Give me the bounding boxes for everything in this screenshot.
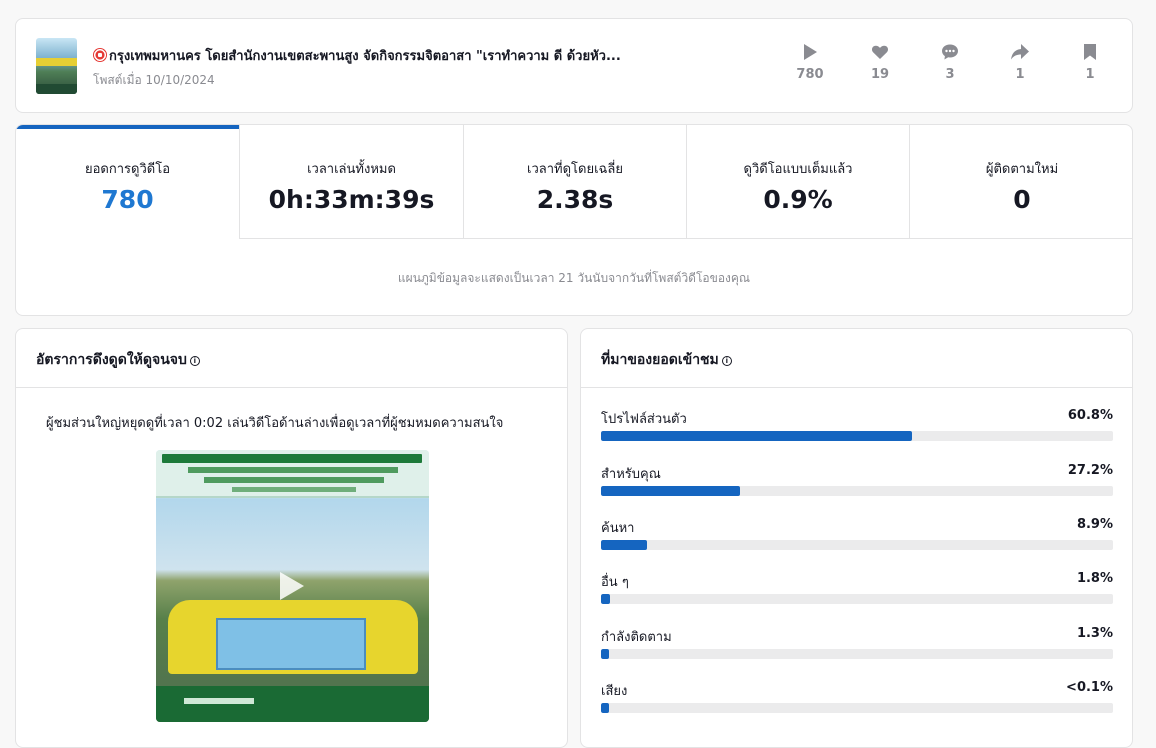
source-value: 1.8% bbox=[1076, 571, 1113, 586]
retention-description: ผู้ชมส่วนใหญ่หยุดดูที่เวลา 0:02 เล่นวิดี… bbox=[46, 416, 504, 431]
video-banner-line bbox=[232, 487, 356, 492]
tab-video-views[interactable]: ยอดการดูวิดีโอ 780 bbox=[16, 125, 240, 239]
chart-note: แผนภูมิข้อมูลจะแสดงเป็นเวลา 21 วันนับจาก… bbox=[397, 271, 751, 285]
video-footer bbox=[156, 686, 429, 722]
tab-label: ดูวิดีโอแบบเต็มแล้ว bbox=[743, 162, 853, 177]
source-label: อื่น ๆ bbox=[601, 575, 629, 590]
post-title[interactable]: กรุงเทพมหานคร โดยสำนักงานเขตสะพานสูง จัด… bbox=[109, 49, 621, 64]
info-icon[interactable]: i bbox=[189, 356, 200, 366]
stat-shares: 1 bbox=[990, 43, 1050, 82]
source-value: 8.9% bbox=[1076, 517, 1113, 532]
sources-header: ที่มาของยอดเข้าชม i bbox=[581, 329, 1132, 388]
video-footer-text bbox=[184, 698, 254, 704]
tab-label: ผู้ติดตามใหม่ bbox=[985, 162, 1059, 177]
source-label: เสียง bbox=[601, 684, 628, 699]
source-bar-track bbox=[601, 703, 1113, 713]
stat-saves-value: 1 bbox=[1085, 67, 1095, 82]
source-bar-fill bbox=[601, 486, 741, 496]
tab-total-play-time[interactable]: เวลาเล่นทั้งหมด 0h:33m:39s bbox=[240, 125, 464, 239]
play-icon bbox=[804, 44, 817, 60]
tab-value: 0 bbox=[1013, 185, 1031, 214]
source-row: โปรไฟล์ส่วนตัว 60.8% bbox=[601, 408, 1113, 456]
source-bar-track bbox=[601, 431, 1113, 441]
source-bar-fill bbox=[601, 431, 913, 441]
source-bar-track bbox=[601, 594, 1113, 604]
thumbnail-footer bbox=[36, 84, 77, 94]
share-icon bbox=[1011, 44, 1029, 60]
source-row: อื่น ๆ 1.8% bbox=[601, 571, 1113, 619]
bookmark-icon bbox=[1084, 44, 1096, 60]
retention-header: อัตราการดึงดูดให้ดูจนจบ i bbox=[16, 329, 567, 388]
source-bar-track bbox=[601, 649, 1113, 659]
source-label: ค้นหา bbox=[601, 521, 635, 536]
video-banner-headline bbox=[162, 454, 422, 463]
stat-likes-value: 19 bbox=[870, 67, 890, 82]
source-bar-track bbox=[601, 540, 1113, 550]
traffic-sources-card: ที่มาของยอดเข้าชม i โปรไฟล์ส่วนตัว 60.8% … bbox=[580, 328, 1133, 748]
stat-views-value: 780 bbox=[796, 67, 824, 82]
stat-comments-value: 3 bbox=[945, 67, 955, 82]
stat-saves: 1 bbox=[1060, 43, 1120, 82]
source-row: กำลังติดตาม 1.3% bbox=[601, 626, 1113, 674]
metrics-card: ยอดการดูวิดีโอ 780 เวลาเล่นทั้งหมด 0h:33… bbox=[15, 124, 1133, 316]
video-banner-line bbox=[204, 477, 384, 483]
tab-value: 0.9% bbox=[763, 185, 833, 214]
tab-label: เวลาที่ดูโดยเฉลี่ย bbox=[527, 162, 623, 177]
tab-value: 2.38s bbox=[536, 185, 614, 214]
heart-icon bbox=[871, 45, 889, 59]
tab-label: ยอดการดูวิดีโอ bbox=[85, 162, 170, 177]
source-label: โปรไฟล์ส่วนตัว bbox=[601, 412, 687, 427]
stat-comments: 3 bbox=[920, 43, 980, 82]
tab-label: เวลาเล่นทั้งหมด bbox=[307, 162, 396, 177]
video-banner bbox=[156, 450, 429, 498]
post-date: โพสต์เมื่อ 10/10/2024 bbox=[93, 73, 215, 87]
source-bar-fill bbox=[601, 649, 609, 659]
source-bar-track bbox=[601, 486, 1113, 496]
target-emoji-icon bbox=[93, 48, 107, 62]
tab-value: 0h:33m:39s bbox=[268, 185, 435, 214]
source-value: <0.1% bbox=[1066, 680, 1113, 695]
source-bar-fill bbox=[601, 703, 609, 713]
video-banner-sign bbox=[216, 618, 366, 670]
thumbnail-banner bbox=[36, 58, 77, 66]
retention-card: อัตราการดึงดูดให้ดูจนจบ i ผู้ชมส่วนใหญ่หย… bbox=[15, 328, 568, 748]
source-label: กำลังติดตาม bbox=[601, 630, 672, 645]
info-icon[interactable]: i bbox=[721, 356, 732, 366]
stat-shares-value: 1 bbox=[1015, 67, 1025, 82]
play-icon[interactable] bbox=[280, 572, 304, 600]
video-thumbnail[interactable] bbox=[36, 38, 77, 94]
source-value: 60.8% bbox=[1067, 408, 1113, 423]
source-row: ค้นหา 8.9% bbox=[601, 517, 1113, 565]
source-row: เสียง <0.1% bbox=[601, 680, 1113, 728]
tab-value: 780 bbox=[101, 185, 154, 214]
post-title-row[interactable]: กรุงเทพมหานคร โดยสำนักงานเขตสะพานสูง จัด… bbox=[93, 45, 633, 66]
retention-title: อัตราการดึงดูดให้ดูจนจบ bbox=[36, 352, 187, 368]
source-value: 27.2% bbox=[1067, 463, 1113, 478]
source-row: สำหรับคุณ 27.2% bbox=[601, 463, 1113, 511]
video-banner-line bbox=[188, 467, 398, 473]
source-bar-fill bbox=[601, 594, 611, 604]
post-summary-card: กรุงเทพมหานคร โดยสำนักงานเขตสะพานสูง จัด… bbox=[15, 18, 1133, 113]
source-value: 1.3% bbox=[1076, 626, 1113, 641]
source-bar-fill bbox=[601, 540, 647, 550]
sources-title: ที่มาของยอดเข้าชม bbox=[601, 352, 719, 368]
stat-views: 780 bbox=[780, 43, 840, 82]
source-label: สำหรับคุณ bbox=[601, 467, 661, 482]
video-player[interactable] bbox=[156, 450, 429, 722]
comment-icon bbox=[942, 44, 958, 60]
stat-likes: 19 bbox=[850, 43, 910, 82]
tab-new-followers[interactable]: ผู้ติดตามใหม่ 0 bbox=[910, 125, 1132, 239]
tab-average-watch-time[interactable]: เวลาที่ดูโดยเฉลี่ย 2.38s bbox=[464, 125, 687, 239]
tab-watched-full-video[interactable]: ดูวิดีโอแบบเต็มแล้ว 0.9% bbox=[687, 125, 910, 239]
